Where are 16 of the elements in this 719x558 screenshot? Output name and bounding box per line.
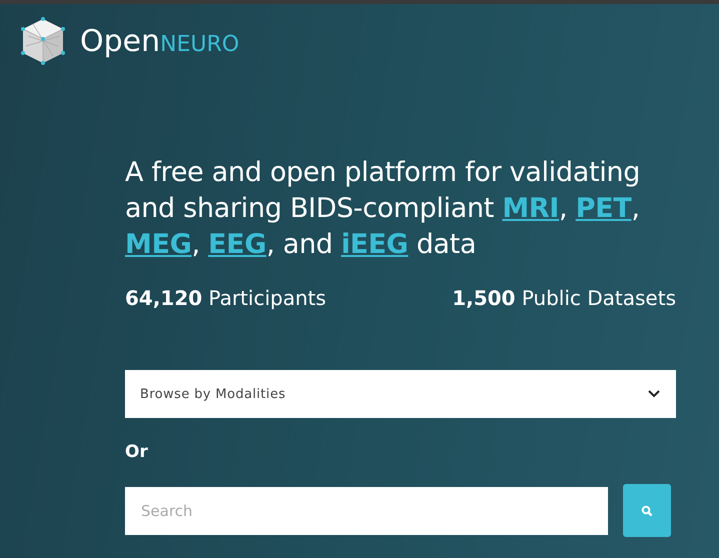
stat-text: 1,500 Public Datasets <box>452 286 676 310</box>
or-label: Or <box>125 442 149 462</box>
search-button[interactable] <box>623 484 671 537</box>
search-field[interactable]: Search <box>125 486 608 534</box>
logo-wordmark[interactable]: OpenNEURO <box>80 24 240 58</box>
modality-link[interactable]: iEEG <box>341 229 408 260</box>
search-icon <box>641 504 653 516</box>
tagline: A free and open platform for validating and sharing BIDS-compliant MRI, PET, MEG, EEG, and iEEG data <box>125 156 642 262</box>
chevron-down-icon <box>647 389 661 399</box>
cube-logo-icon <box>18 16 68 66</box>
modality-link[interactable]: PET <box>576 193 632 224</box>
modality-link[interactable]: MRI <box>502 193 560 224</box>
modality-dropdown[interactable]: Browse by Modalities <box>125 370 676 418</box>
modality-link[interactable]: EEG <box>208 229 266 260</box>
modality-link[interactable]: MEG <box>125 229 192 260</box>
stat-text: 64,120 Participants <box>125 286 326 310</box>
